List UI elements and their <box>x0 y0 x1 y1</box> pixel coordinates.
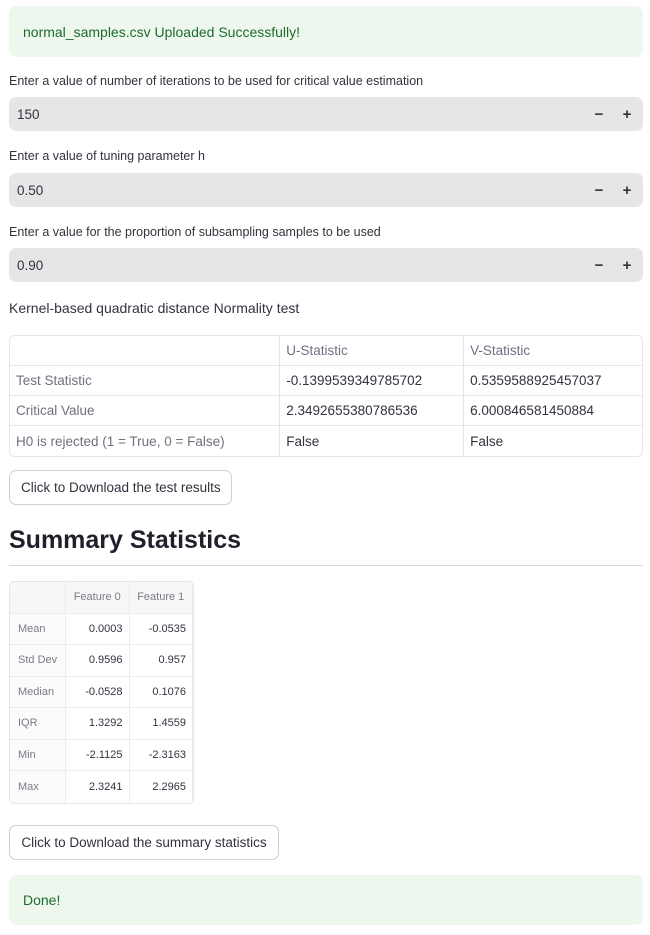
table-header-cell[interactable]: Feature 1 <box>129 582 193 614</box>
tuning-h-field[interactable] <box>9 173 569 207</box>
table-cell: 2.3241 <box>66 771 130 803</box>
table-cell: 0.957 <box>129 645 193 677</box>
done-alert: Done! <box>9 875 643 925</box>
table-cell: 0.5359588925457037 <box>464 366 642 396</box>
subsample-increment-button[interactable]: + <box>613 248 641 282</box>
table-cell: -0.1399539349785702 <box>280 366 465 396</box>
table-header-cell <box>10 336 281 366</box>
test-results-table: U-Statistic V-Statistic Test Statistic -… <box>9 335 643 457</box>
row-label: IQR <box>10 708 66 740</box>
iterations-number-input: − + <box>9 97 643 131</box>
row-label: H0 is rejected (1 = True, 0 = False) <box>10 426 281 456</box>
table-row: Min -2.1125 -2.3163 <box>10 739 193 771</box>
table-row: Max 2.3241 2.2965 <box>10 771 193 803</box>
upload-success-alert: normal_samples.csv Uploaded Successfully… <box>9 6 643 57</box>
summary-statistics-table: Feature 0 Feature 1 Mean 0.0003 -0.0535 … <box>9 581 194 804</box>
table-header-cell: V-Statistic <box>464 336 642 366</box>
table-cell: 0.9596 <box>66 645 130 677</box>
upload-success-text: normal_samples.csv Uploaded Successfully… <box>23 23 301 40</box>
table-row: Test Statistic -0.1399539349785702 0.535… <box>10 366 642 396</box>
iterations-field[interactable] <box>9 97 569 131</box>
section-divider <box>9 565 643 566</box>
table-cell: -0.0528 <box>66 676 130 708</box>
subsample-field[interactable] <box>9 248 569 282</box>
table-row: IQR 1.3292 1.4559 <box>10 708 193 740</box>
subsample-label: Enter a value for the proportion of subs… <box>9 225 381 239</box>
download-test-results-button[interactable]: Click to Download the test results <box>9 470 232 505</box>
row-label: Min <box>10 739 66 771</box>
iterations-decrement-button[interactable]: − <box>585 97 613 131</box>
table-cell: 2.3492655380786536 <box>280 396 465 426</box>
table-row: Mean 0.0003 -0.0535 <box>10 613 193 645</box>
tuning-h-increment-button[interactable]: + <box>613 173 641 207</box>
row-label: Max <box>10 771 66 803</box>
table-header-row: Feature 0 Feature 1 <box>10 582 193 614</box>
table-cell: 0.1076 <box>129 676 193 708</box>
test-title: Kernel-based quadratic distance Normalit… <box>9 300 300 316</box>
tuning-h-decrement-button[interactable]: − <box>585 173 613 207</box>
iterations-increment-button[interactable]: + <box>613 97 641 131</box>
subsample-decrement-button[interactable]: − <box>585 248 613 282</box>
tuning-h-number-input: − + <box>9 173 643 207</box>
table-cell: False <box>280 426 465 456</box>
table-header-cell: U-Statistic <box>280 336 465 366</box>
table-cell: 6.000846581450884 <box>464 396 642 426</box>
table-cell: 1.3292 <box>66 708 130 740</box>
row-label: Median <box>10 676 66 708</box>
subsample-number-input: − + <box>9 248 643 282</box>
iterations-label: Enter a value of number of iterations to… <box>9 74 424 88</box>
row-label: Test Statistic <box>10 366 281 396</box>
summary-heading: Summary Statistics <box>9 526 242 554</box>
table-row: Critical Value 2.3492655380786536 6.0008… <box>10 396 642 426</box>
table-cell: 0.0003 <box>66 613 130 645</box>
download-summary-button[interactable]: Click to Download the summary statistics <box>9 825 279 860</box>
table-header-cell[interactable]: Feature 0 <box>66 582 130 614</box>
done-text: Done! <box>23 892 61 908</box>
tuning-h-label: Enter a value of tuning parameter h <box>9 149 205 163</box>
row-label: Mean <box>10 613 66 645</box>
table-cell: False <box>470 433 504 449</box>
table-header-row: U-Statistic V-Statistic <box>10 336 642 366</box>
table-cell: -2.1125 <box>66 739 130 771</box>
table-row: H0 is rejected (1 = True, 0 = False) Fal… <box>10 426 642 456</box>
row-label: Std Dev <box>10 645 66 677</box>
row-label: Critical Value <box>10 396 281 426</box>
table-cell: -2.3163 <box>129 739 193 771</box>
table-header-cell <box>10 582 66 614</box>
table-row: Std Dev 0.9596 0.957 <box>10 645 193 677</box>
table-cell: 1.4559 <box>129 708 193 740</box>
table-row: Median -0.0528 0.1076 <box>10 676 193 708</box>
table-cell: -0.0535 <box>129 613 193 645</box>
table-cell: 2.2965 <box>130 771 193 803</box>
